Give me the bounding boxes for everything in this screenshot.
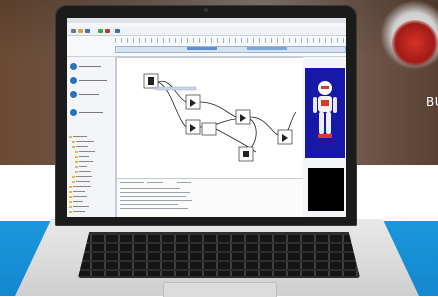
tree-item[interactable]	[75, 146, 89, 158]
tree-item[interactable]	[69, 176, 91, 188]
diagram-box	[201, 122, 217, 136]
behavior-icon	[70, 109, 77, 116]
library-item[interactable]	[70, 76, 112, 86]
new-icon[interactable]	[71, 29, 76, 33]
tree-item[interactable]	[72, 136, 88, 148]
tree-item[interactable]	[69, 186, 87, 198]
timeline-track[interactable]	[115, 46, 346, 53]
behavior-icon	[70, 91, 77, 98]
log-panel	[116, 178, 304, 217]
library-item[interactable]	[70, 90, 112, 100]
open-icon[interactable]	[78, 29, 83, 33]
timeline-keyframe[interactable]	[187, 47, 217, 50]
background-red-object	[392, 20, 438, 66]
log-row	[120, 188, 180, 189]
behavior-icon	[70, 63, 77, 70]
laptop-trackpad	[163, 282, 277, 297]
log-row	[147, 182, 163, 183]
library-item[interactable]	[70, 108, 112, 118]
play-icon[interactable]	[98, 29, 103, 33]
robot-icon	[313, 81, 337, 138]
tree-item[interactable]	[75, 141, 95, 153]
connection-wire	[199, 101, 237, 118]
behavior-icon	[70, 77, 77, 84]
library-item[interactable]	[70, 62, 112, 72]
log-row	[177, 182, 191, 183]
timeline-keyframe[interactable]	[247, 47, 287, 50]
timeline-ruler[interactable]	[115, 38, 344, 43]
log-row	[120, 196, 186, 197]
connect-icon[interactable]	[115, 29, 120, 33]
log-row	[120, 192, 190, 193]
log-row	[120, 204, 178, 205]
tree-item[interactable]	[69, 191, 83, 203]
log-row	[120, 182, 144, 183]
tree-item[interactable]	[75, 156, 87, 168]
laptop-screen	[67, 18, 346, 217]
tree-item[interactable]	[69, 196, 89, 208]
save-icon[interactable]	[85, 29, 90, 33]
tree-item[interactable]	[69, 201, 85, 213]
tree-item[interactable]	[69, 181, 85, 193]
tree-item[interactable]	[75, 161, 91, 173]
tree-item[interactable]	[69, 126, 87, 138]
tree-item[interactable]	[72, 166, 92, 178]
log-row	[120, 200, 192, 201]
log-row	[120, 208, 188, 209]
box-label	[155, 86, 197, 91]
background-partial-text: BU	[426, 95, 438, 109]
box-icon	[148, 77, 154, 85]
stop-icon[interactable]	[105, 29, 110, 33]
tree-item[interactable]	[72, 171, 90, 183]
video-monitor	[308, 168, 344, 211]
flow-diagram	[143, 73, 297, 162]
tree-item[interactable]	[72, 131, 94, 143]
box-icon	[243, 151, 249, 157]
tree-item[interactable]	[75, 151, 93, 163]
robot-3d-view[interactable]	[305, 68, 345, 158]
laptop-keyboard	[78, 232, 360, 278]
camera-icon	[204, 8, 208, 12]
file-tree	[69, 126, 113, 213]
connection-wire	[249, 116, 279, 136]
